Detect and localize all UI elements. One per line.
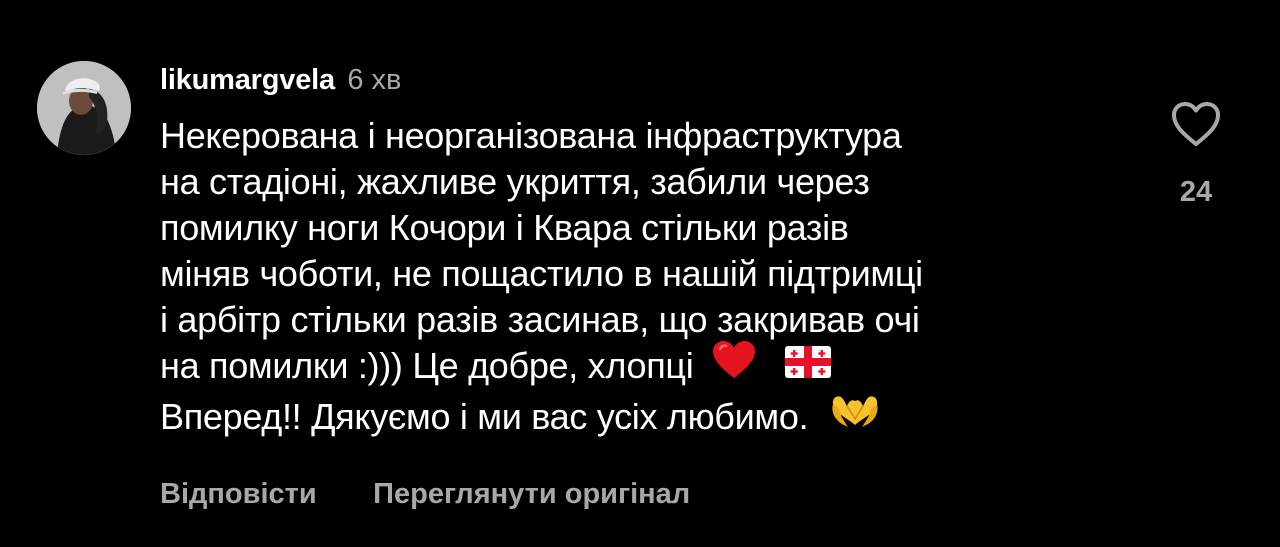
heart-outline-icon	[1172, 102, 1220, 146]
red-heart-emoji-icon	[711, 340, 757, 391]
comment-item: likumargvela 6 хв Некерована і неорганіз…	[0, 0, 1280, 547]
comment-header: likumargvela 6 хв	[160, 60, 401, 100]
like-count: 24	[1179, 176, 1213, 208]
comment-timestamp: 6 хв	[347, 64, 402, 96]
comment-text-line: міняв чоботи, не пощастило в нашій підтр…	[160, 253, 923, 294]
comment-text-line: на стадіоні, жахливе укриття, забили чер…	[160, 161, 870, 202]
reply-button[interactable]: Відповісти	[160, 472, 317, 516]
comment-text: Некерована і неорганізована інфраструкту…	[160, 113, 1130, 445]
comment-text-segment: Вперед!! Дякуємо і ми вас усіх любимо.	[160, 396, 809, 438]
like-button[interactable]	[1170, 100, 1222, 150]
comment-text-line: і арбітр стільки разів засинав, що закри…	[160, 299, 920, 340]
avatar-photo-icon	[37, 61, 131, 155]
comment-text-segment: на помилки :))) Це добре, хлопці	[160, 345, 694, 387]
heart-hands-emoji-icon	[828, 391, 882, 442]
comment-actions: Відповісти Переглянути оригінал	[160, 472, 690, 516]
comment-text-line: помилку ноги Кочори і Квара стільки разі…	[160, 207, 849, 248]
see-original-button[interactable]: Переглянути оригінал	[373, 472, 690, 516]
comment-text-line-with-emoji: на помилки :))) Це добре, хлопці	[160, 340, 1130, 394]
comment-text-line-with-emoji: Вперед!! Дякуємо і ми вас усіх любимо.	[160, 394, 1130, 445]
avatar[interactable]	[37, 61, 131, 155]
username-link[interactable]: likumargvela	[160, 64, 335, 96]
georgia-flag-emoji-icon	[784, 343, 831, 389]
comment-text-line: Некерована і неорганізована інфраструкту…	[160, 115, 902, 156]
